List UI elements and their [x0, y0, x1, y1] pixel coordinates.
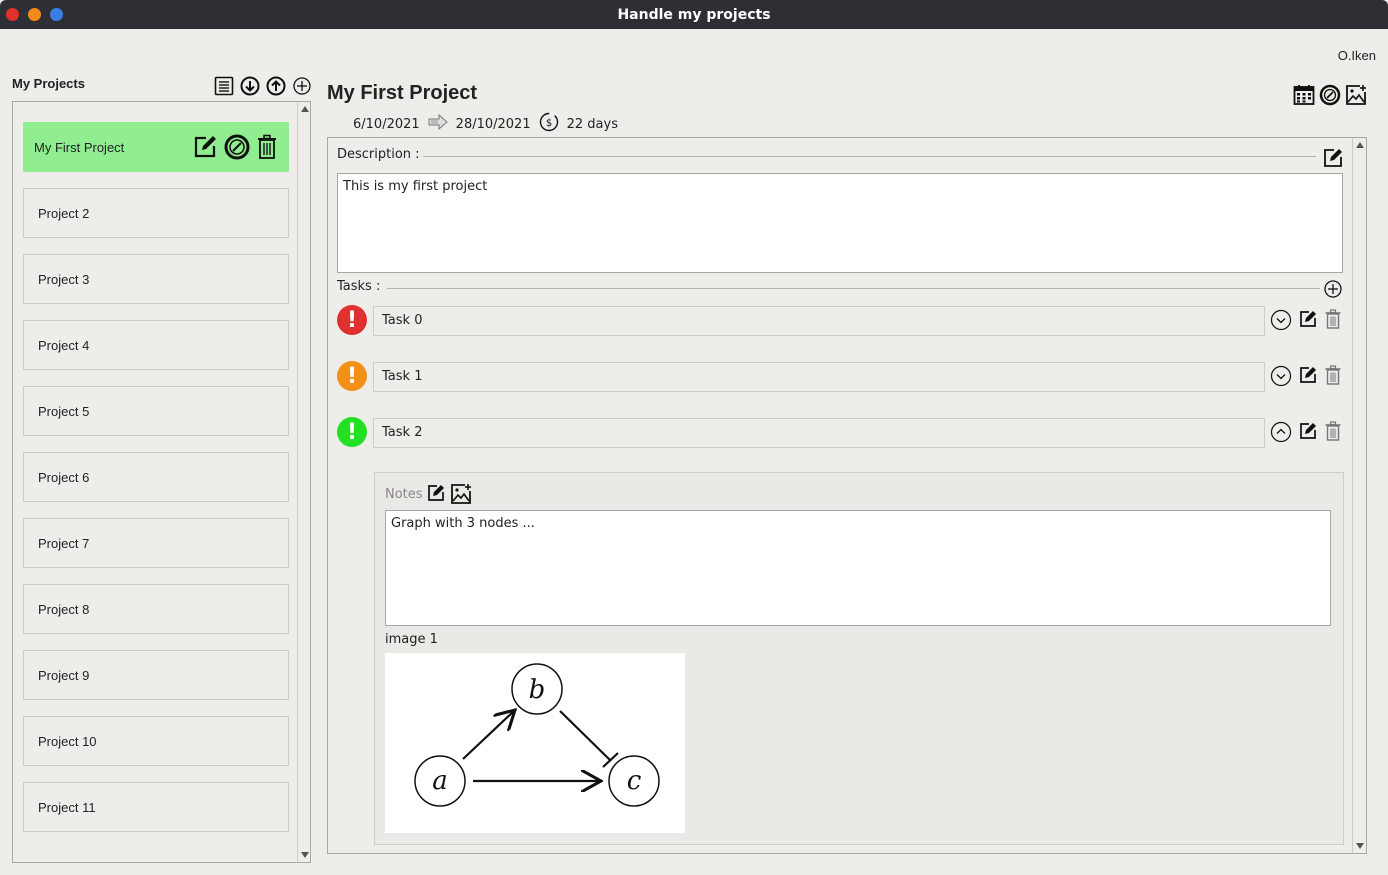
project-detail-panel: Description : This is my first project T…	[327, 137, 1367, 854]
download-icon[interactable]	[239, 75, 261, 97]
graph-node-label: a	[432, 766, 448, 796]
window-title: Handle my projects	[617, 7, 771, 23]
window-titlebar: Handle my projects	[0, 0, 1388, 29]
expand-chevron-down-icon[interactable]	[1270, 365, 1292, 391]
project-item[interactable]: Project 11	[23, 782, 289, 832]
edit-icon[interactable]	[1298, 309, 1318, 335]
projects-title: My Projects	[12, 76, 85, 91]
project-item[interactable]: Project 6	[23, 452, 289, 502]
description-divider	[423, 156, 1316, 157]
tasks-divider	[387, 288, 1320, 289]
scroll-up-arrow[interactable]	[301, 106, 309, 112]
priority-low-icon: !	[337, 417, 367, 447]
project-item[interactable]: Project 9	[23, 650, 289, 700]
task-row: ! Task 2	[337, 416, 1347, 448]
notes-field[interactable]: Graph with 3 nodes ...	[385, 510, 1331, 626]
project-item[interactable]: Project 2	[23, 188, 289, 238]
project-list-scrollbar[interactable]	[297, 102, 310, 862]
task-name[interactable]: Task 2	[373, 418, 1265, 448]
project-item[interactable]: Project 7	[23, 518, 289, 568]
description-field[interactable]: This is my first project	[337, 173, 1343, 273]
user-name: O.Iken	[1337, 48, 1376, 63]
tasks-label: Tasks :	[337, 279, 381, 294]
add-project-icon[interactable]	[291, 75, 313, 97]
task-name[interactable]: Task 0	[373, 306, 1265, 336]
detail-scrollbar[interactable]	[1352, 138, 1366, 853]
task-name[interactable]: Task 1	[373, 362, 1265, 392]
calendar-icon[interactable]	[1293, 84, 1315, 106]
trash-icon[interactable]	[256, 134, 278, 163]
edit-icon[interactable]	[1298, 365, 1318, 391]
arrow-right-icon	[428, 113, 448, 134]
task-row: ! Task 1	[337, 360, 1347, 392]
trash-icon[interactable]	[1324, 421, 1342, 447]
expand-chevron-down-icon[interactable]	[1270, 309, 1292, 335]
duration-icon: $	[539, 112, 559, 136]
graph-node-label: c	[627, 766, 642, 796]
description-label: Description :	[337, 147, 420, 162]
edit-notes-icon[interactable]	[426, 483, 446, 509]
project-dates: 6/10/2021 28/10/2021 $ 22 days	[353, 112, 618, 136]
compass-icon[interactable]	[224, 134, 250, 163]
project-item-active[interactable]: My First Project	[23, 122, 289, 172]
project-label: My First Project	[34, 139, 125, 155]
list-icon[interactable]	[213, 75, 235, 97]
graph-node-label: b	[529, 675, 546, 705]
notes-label: Notes	[385, 487, 423, 502]
priority-high-icon: !	[337, 305, 367, 335]
project-item[interactable]: Project 3	[23, 254, 289, 304]
trash-icon[interactable]	[1324, 365, 1342, 391]
project-toolbar	[1293, 84, 1367, 106]
edit-icon[interactable]	[1298, 421, 1318, 447]
add-task-icon[interactable]	[1323, 279, 1343, 303]
edit-description-icon[interactable]	[1322, 147, 1344, 173]
scroll-down-arrow[interactable]	[1356, 843, 1364, 849]
project-item[interactable]: Project 10	[23, 716, 289, 766]
svg-text:$: $	[545, 118, 551, 129]
projects-toolbar	[213, 75, 313, 97]
graph-image: b a c	[385, 653, 685, 833]
image-label: image 1	[385, 632, 438, 647]
start-date: 6/10/2021	[353, 116, 420, 132]
project-list: My First Project Project 2 Project 3 Pro…	[12, 101, 311, 863]
task-row: ! Task 0	[337, 304, 1347, 336]
task-notes-panel: Notes Graph with 3 nodes ... image 1 b a…	[374, 472, 1344, 845]
add-image-icon[interactable]	[450, 483, 472, 509]
trash-icon[interactable]	[1324, 309, 1342, 335]
compass-icon[interactable]	[1319, 84, 1341, 106]
collapse-chevron-up-icon[interactable]	[1270, 421, 1292, 447]
end-date: 28/10/2021	[455, 116, 531, 132]
scroll-up-arrow[interactable]	[1356, 142, 1364, 148]
project-title: My First Project	[327, 82, 478, 104]
project-item[interactable]: Project 5	[23, 386, 289, 436]
duration-text: 22 days	[566, 116, 618, 132]
priority-medium-icon: !	[337, 361, 367, 391]
project-item[interactable]: Project 4	[23, 320, 289, 370]
upload-icon[interactable]	[265, 75, 287, 97]
edit-icon[interactable]	[192, 134, 218, 163]
project-item[interactable]: Project 8	[23, 584, 289, 634]
scroll-down-arrow[interactable]	[301, 852, 309, 858]
add-image-icon[interactable]	[1345, 84, 1367, 106]
